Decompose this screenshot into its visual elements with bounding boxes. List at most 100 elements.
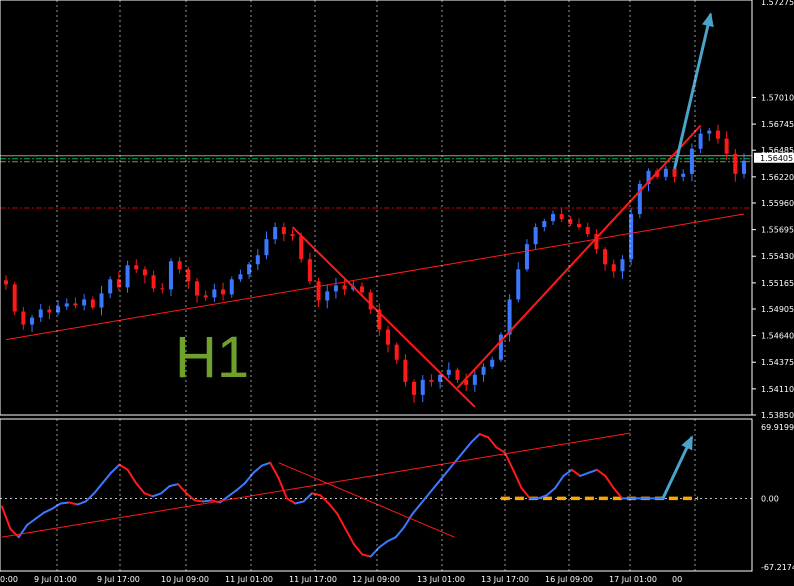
candle — [420, 379, 425, 395]
x-tick-label: 13 Jul 01:00 — [417, 575, 465, 584]
candle — [238, 274, 243, 280]
candle — [524, 244, 529, 270]
osc-segment — [59, 501, 71, 505]
osc-segment — [394, 525, 406, 539]
osc-trend-line — [1, 432, 631, 538]
candle — [542, 221, 547, 228]
up-arrow-head — [702, 12, 714, 28]
candle — [177, 261, 182, 270]
candle — [186, 269, 191, 282]
osc-segment — [101, 471, 112, 485]
candle — [359, 286, 364, 293]
osc-segment — [277, 476, 288, 500]
candle — [333, 285, 338, 292]
osc-segment — [369, 546, 381, 558]
candle — [663, 168, 668, 177]
candle — [108, 279, 113, 294]
x-tick-label: 10 Jul 09:00 — [161, 575, 209, 584]
candle — [325, 291, 330, 301]
candle — [4, 280, 8, 285]
candle — [577, 224, 582, 228]
osc-segment — [143, 492, 154, 498]
y-tick-label: 1.55430 — [761, 252, 794, 261]
y-tick-label: 1.57275 — [761, 0, 794, 7]
candle — [446, 369, 451, 375]
candle — [698, 133, 703, 149]
candle — [550, 214, 555, 222]
osc-segment — [545, 487, 557, 497]
osc-segment — [26, 517, 37, 526]
osc-segment — [562, 468, 573, 477]
osc-segment — [604, 474, 615, 490]
candle — [438, 374, 443, 382]
x-tick-label: 12 Jul 09:00 — [352, 575, 400, 584]
candle — [724, 138, 729, 154]
osc-y-tick-label: 0.00 — [761, 494, 779, 503]
osc-segment — [269, 461, 280, 479]
candle — [585, 227, 590, 235]
osc-segment — [302, 492, 314, 503]
y-tick-label: 1.55165 — [761, 279, 794, 288]
osc-segment — [76, 500, 87, 506]
osc-segment — [579, 471, 590, 477]
candle — [56, 306, 61, 313]
x-tick-label: 9 Jul 17:00 — [97, 575, 140, 584]
candle — [247, 264, 252, 275]
candle — [715, 130, 720, 139]
osc-segment — [176, 483, 188, 495]
x-tick-label: 16 Jul 09:00 — [545, 575, 593, 584]
osc-segment — [319, 494, 330, 505]
y-tick-label: 1.54905 — [761, 305, 794, 314]
candle — [603, 249, 608, 265]
candle — [21, 311, 26, 325]
x-tick-label: 11 Jul 01:00 — [225, 575, 273, 584]
osc-segment — [1, 505, 12, 531]
osc-segment — [109, 463, 121, 474]
chart-canvas[interactable]: 9 Jul 01:00 9 Jul 17:00 10 Jul 09:00 11 Jul… — [0, 0, 794, 586]
osc-segment — [336, 512, 347, 531]
candle — [307, 259, 312, 282]
candle — [516, 269, 521, 300]
candle — [64, 303, 69, 307]
oscillator-panel-border — [0, 418, 753, 572]
y-tick-label: 1.54110 — [761, 385, 794, 394]
osc-y-tick-label: 69.9199 — [761, 423, 794, 432]
trend-line — [291, 226, 476, 408]
x-tick-label: 13 Jul 17:00 — [481, 575, 529, 584]
osc-segment — [327, 502, 339, 515]
candle — [73, 303, 78, 306]
candle — [99, 293, 104, 308]
candle — [455, 369, 460, 380]
candle — [90, 299, 95, 308]
candle — [264, 239, 269, 256]
osc-segment — [503, 451, 515, 471]
osc-segment — [411, 502, 422, 515]
osc-segment — [487, 436, 498, 449]
candle — [142, 269, 147, 276]
candle — [168, 261, 173, 290]
osc-segment — [193, 499, 205, 503]
timeframe-label: H1 — [175, 325, 249, 390]
candle — [412, 381, 417, 395]
candle — [742, 160, 746, 174]
trend-line — [5, 213, 745, 341]
x-tick-label: 00 — [672, 575, 682, 584]
osc-segment — [260, 461, 272, 467]
osc-segment — [244, 471, 255, 485]
candle — [707, 130, 712, 134]
candle — [429, 379, 434, 382]
candle — [611, 264, 616, 272]
current-price-label: 1.56405 — [760, 154, 793, 163]
candle — [273, 227, 278, 240]
y-tick-label: 1.54640 — [761, 332, 794, 341]
up-arrow — [673, 13, 713, 170]
osc-segment — [595, 468, 607, 477]
candle — [481, 366, 486, 375]
candle — [160, 288, 165, 290]
osc-y-tick-label: -67.2174 — [761, 563, 794, 572]
osc-segment — [126, 468, 138, 485]
osc-segment — [252, 464, 263, 474]
candle — [620, 259, 625, 272]
osc-segment — [42, 507, 54, 514]
osc-segment — [445, 461, 456, 474]
